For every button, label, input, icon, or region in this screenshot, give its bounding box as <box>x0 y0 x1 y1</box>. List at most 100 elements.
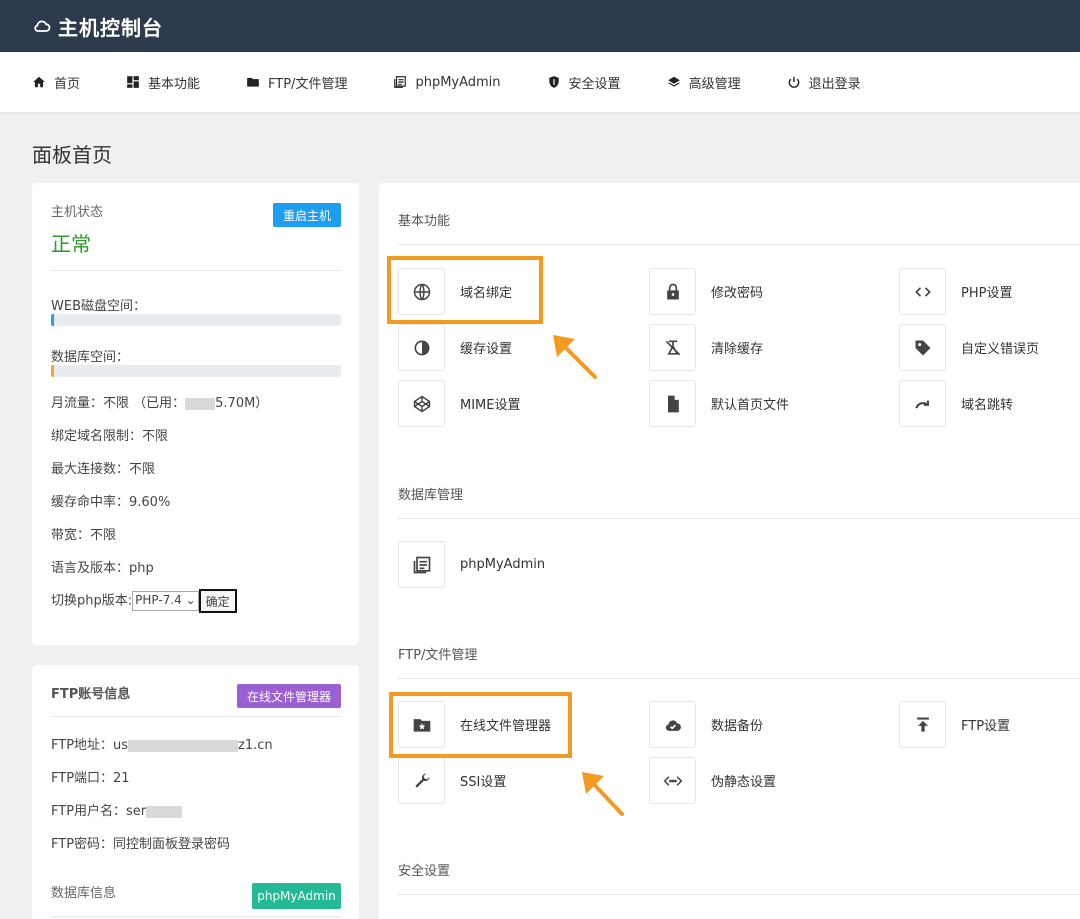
icon-box <box>649 380 696 427</box>
ftp-address: FTP地址：us z1.cn <box>51 734 273 753</box>
layers-icon <box>667 76 680 87</box>
cloud-icon <box>34 20 51 32</box>
tile-cache-settings[interactable]: 缓存设置 <box>398 324 512 371</box>
redacted-value <box>185 397 216 410</box>
folder-icon <box>247 77 259 87</box>
monthly-traffic: 月流量：不限 （已用： 5.70M） <box>51 392 268 411</box>
tile-domain-redirect[interactable]: 域名跳转 <box>899 380 1013 427</box>
divider <box>398 244 1080 245</box>
chevron-down-icon: ⌄ <box>185 593 196 607</box>
tile-label: 数据备份 <box>711 719 764 734</box>
tile-custom-error-page[interactable]: 自定义错误页 <box>899 324 1039 371</box>
php-switch-row: 切换php版本: PHP-7.4 ⌄ 确定 <box>51 589 237 613</box>
web-disk-fill <box>51 314 54 326</box>
divider <box>398 678 1080 679</box>
nav-label: 高级管理 <box>688 76 741 92</box>
divider <box>398 518 1080 519</box>
db-space-bar <box>51 365 341 377</box>
nav-label: phpMyAdmin <box>415 74 501 90</box>
section-title-database: 数据库管理 <box>398 488 464 503</box>
nav-label: 安全设置 <box>568 76 621 92</box>
icon-box <box>398 757 445 804</box>
tile-php-settings[interactable]: PHP设置 <box>899 268 1012 315</box>
tile-rewrite-settings[interactable]: 伪静态设置 <box>649 757 776 804</box>
restart-host-button[interactable]: 重启主机 <box>273 203 341 227</box>
tile-change-password[interactable]: 修改密码 <box>649 268 763 315</box>
upload-icon <box>916 717 929 732</box>
grid-icon <box>127 76 139 88</box>
tile-data-backup[interactable]: 数据备份 <box>649 701 763 748</box>
web-disk-label: WEB磁盘空间： <box>51 299 146 314</box>
nav-security[interactable]: 安全设置 <box>547 73 621 92</box>
tile-mime-settings[interactable]: MIME设置 <box>398 380 520 427</box>
tile-clear-cache[interactable]: 清除缓存 <box>649 324 763 371</box>
tile-label: 缓存设置 <box>460 342 513 357</box>
redacted-value <box>128 739 239 752</box>
tile-label: 域名跳转 <box>961 398 1014 413</box>
nav-advanced[interactable]: 高级管理 <box>667 73 741 92</box>
tile-label: 清除缓存 <box>711 342 764 357</box>
home-icon <box>33 76 45 88</box>
nav-label: 退出登录 <box>808 76 861 92</box>
php-version-select[interactable]: PHP-7.4 ⌄ <box>132 591 199 611</box>
tile-default-index[interactable]: 默认首页文件 <box>649 380 789 427</box>
tile-label: 默认首页文件 <box>711 398 790 413</box>
db-space-fill <box>51 365 54 377</box>
nav-phpmyadmin[interactable]: phpMyAdmin <box>393 74 501 90</box>
code-icon <box>914 286 931 297</box>
phpmyadmin-button[interactable]: phpMyAdmin <box>252 883 341 909</box>
tile-ftp-settings[interactable]: FTP设置 <box>899 701 1010 748</box>
nav-label: FTP/文件管理 <box>268 76 348 92</box>
highlight-box-domain-binding <box>387 256 543 324</box>
highlight-box-file-manager <box>389 692 572 758</box>
divider <box>398 894 1080 895</box>
file-manager-button[interactable]: 在线文件管理器 <box>237 684 341 708</box>
tile-phpmyadmin[interactable]: phpMyAdmin <box>398 541 545 588</box>
tile-ssi-settings[interactable]: SSI设置 <box>398 757 506 804</box>
divider <box>51 716 341 717</box>
tile-label: MIME设置 <box>460 398 521 413</box>
nav-basic[interactable]: 基本功能 <box>126 73 200 92</box>
nav-label: 基本功能 <box>148 76 201 92</box>
ftp-port: FTP端口：21 <box>51 771 130 786</box>
domain-limit: 绑定域名限制：不限 <box>51 429 169 444</box>
nav-label: 首页 <box>54 76 81 92</box>
bandwidth: 带宽：不限 <box>51 528 117 543</box>
tile-label: SSI设置 <box>460 775 507 790</box>
main-nav: 首页 基本功能 FTP/文件管理 phpMyAdmin 安全设置 高级管理 退出… <box>0 52 1080 112</box>
icon-box <box>649 701 696 748</box>
section-title-basic: 基本功能 <box>398 214 451 229</box>
section-title-ftp: FTP/文件管理 <box>398 648 478 663</box>
lock-icon <box>666 283 679 299</box>
divider <box>51 916 341 917</box>
icon-box <box>649 324 696 371</box>
section-title-security: 安全设置 <box>398 864 451 879</box>
monthly-traffic-prefix: 月流量：不限 （已用： <box>51 396 186 411</box>
icon-box <box>899 380 946 427</box>
web-disk-bar <box>51 314 341 326</box>
wrench-icon <box>414 772 430 788</box>
language-version: 语言及版本：php <box>51 561 154 576</box>
icon-box <box>649 268 696 315</box>
icon-box <box>649 757 696 804</box>
db-space-label: 数据库空间： <box>51 350 130 365</box>
redirect-icon <box>914 400 929 409</box>
nav-logout[interactable]: 退出登录 <box>787 73 861 92</box>
icon-box <box>398 324 445 371</box>
tile-label: PHP设置 <box>961 286 1013 301</box>
nav-home[interactable]: 首页 <box>32 73 80 92</box>
monthly-traffic-used: 5.70M） <box>215 396 269 411</box>
tile-label: phpMyAdmin <box>460 557 546 572</box>
php-switch-label: 切换php版本: <box>51 593 133 609</box>
confirm-button[interactable]: 确定 <box>198 589 237 613</box>
icon-box <box>899 268 946 315</box>
annotation-arrow-icon <box>553 335 597 379</box>
icon-box <box>899 701 946 748</box>
cloud-check-icon <box>665 719 681 731</box>
divider <box>51 270 341 271</box>
contrast-icon <box>414 340 429 355</box>
nav-ftp[interactable]: FTP/文件管理 <box>246 73 347 92</box>
ftp-password: FTP密码：同控制面板登录密码 <box>51 837 231 852</box>
power-icon <box>788 76 799 88</box>
ftp-username-prefix: FTP用户名：ser <box>51 804 147 819</box>
